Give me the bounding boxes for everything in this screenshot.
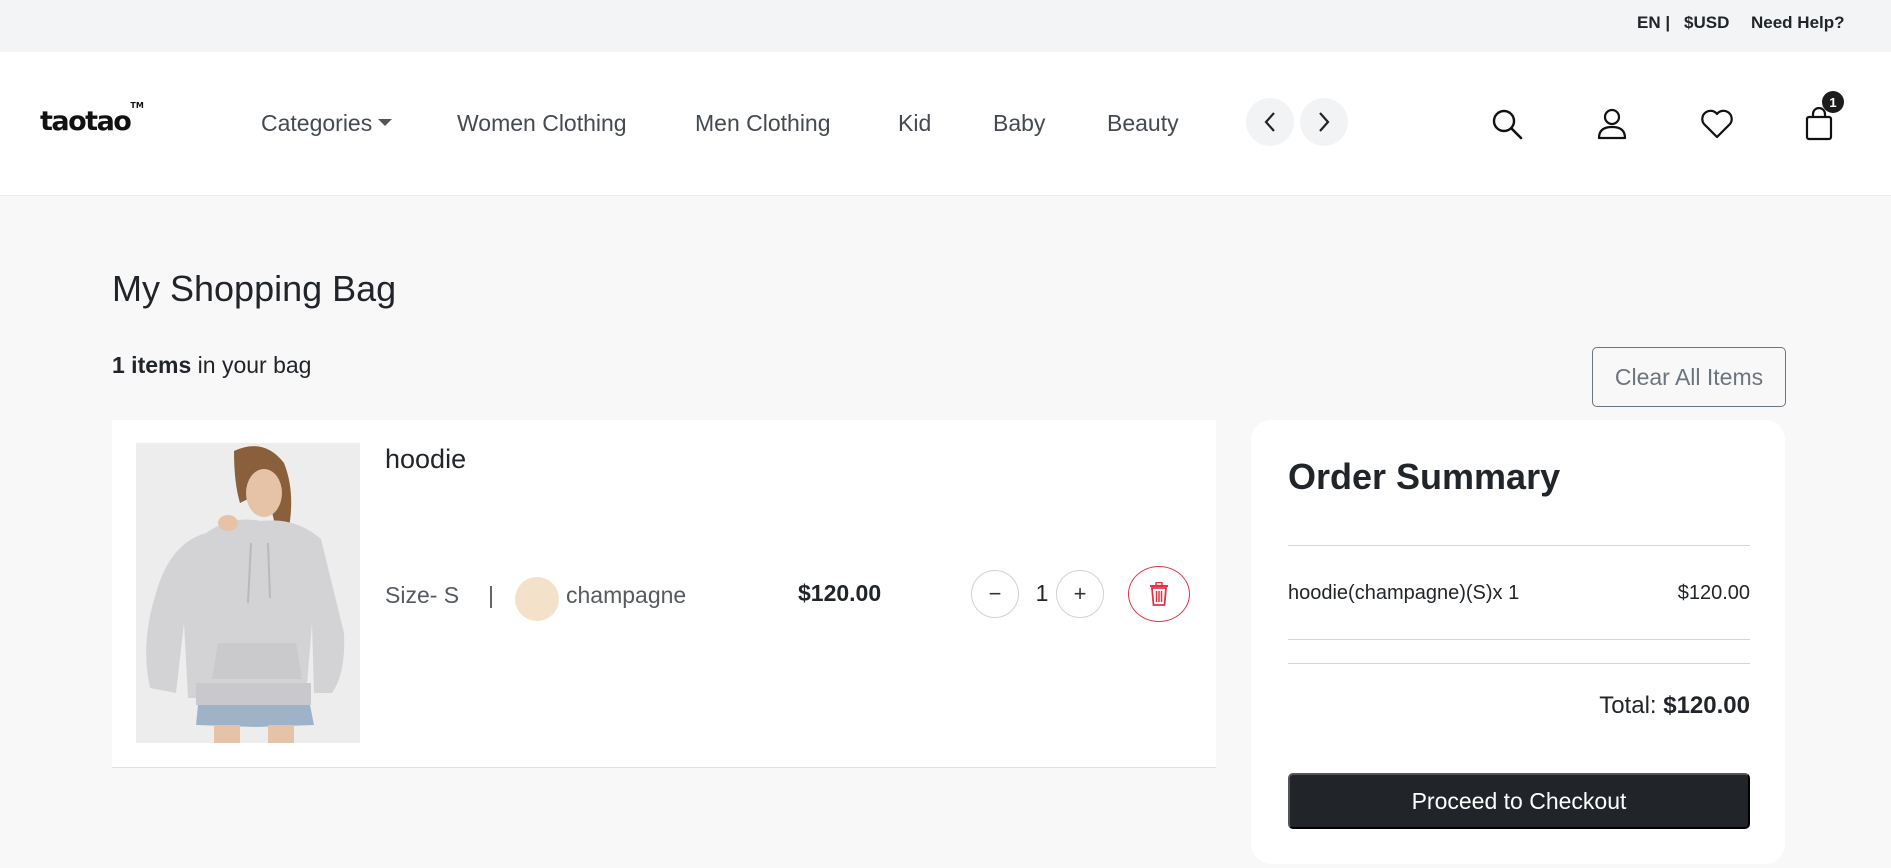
brand-logo[interactable]: taotaoTM bbox=[40, 101, 144, 137]
nav-women-clothing[interactable]: Women Clothing bbox=[457, 110, 627, 137]
top-utility-bar: EN | $USD Need Help? bbox=[0, 0, 1891, 52]
cart-item-card: hoodie Size- S | champagne $120.00 − 1 + bbox=[112, 420, 1216, 768]
chevron-right-icon bbox=[1319, 112, 1330, 132]
account-button[interactable] bbox=[1594, 106, 1630, 142]
product-image[interactable] bbox=[136, 443, 360, 743]
product-price: $120.00 bbox=[798, 580, 882, 606]
trash-icon bbox=[1150, 582, 1168, 606]
language-selector[interactable]: EN | bbox=[1637, 13, 1670, 33]
quantity-value: 1 bbox=[1035, 580, 1049, 606]
search-icon bbox=[1492, 109, 1523, 140]
page-title: My Shopping Bag bbox=[112, 268, 397, 309]
nav-scroll-left-button[interactable] bbox=[1246, 98, 1294, 146]
total-value: $120.00 bbox=[1663, 692, 1750, 719]
wishlist-button[interactable] bbox=[1699, 106, 1735, 142]
remove-item-button[interactable] bbox=[1128, 566, 1190, 622]
nav-baby[interactable]: Baby bbox=[993, 110, 1045, 137]
product-name[interactable]: hoodie bbox=[385, 444, 466, 475]
currency-selector[interactable]: $USD bbox=[1684, 13, 1729, 33]
order-summary-panel: Order Summary hoodie(champagne)(S)x 1 $1… bbox=[1251, 420, 1785, 864]
clear-all-items-button[interactable]: Clear All Items bbox=[1592, 347, 1786, 407]
nav-kid[interactable]: Kid bbox=[898, 110, 931, 137]
nav-beauty[interactable]: Beauty bbox=[1107, 110, 1179, 137]
nav-men-clothing[interactable]: Men Clothing bbox=[695, 110, 831, 137]
proceed-to-checkout-button[interactable]: Proceed to Checkout bbox=[1288, 773, 1750, 829]
quantity-increase-button[interactable]: + bbox=[1056, 570, 1104, 618]
attribute-separator: | bbox=[488, 582, 494, 608]
user-icon bbox=[1597, 108, 1627, 140]
order-summary-title: Order Summary bbox=[1288, 456, 1561, 497]
quantity-decrease-button[interactable]: − bbox=[971, 570, 1019, 618]
order-total: Total: $120.00 bbox=[1599, 692, 1750, 720]
items-count: 1 items in your bag bbox=[112, 352, 311, 379]
color-swatch bbox=[515, 577, 559, 621]
summary-divider bbox=[1288, 663, 1750, 664]
summary-divider bbox=[1288, 545, 1750, 546]
nav-categories[interactable]: Categories bbox=[261, 110, 393, 137]
total-label: Total: bbox=[1599, 692, 1664, 719]
items-count-suffix: in your bag bbox=[191, 352, 312, 378]
product-photo bbox=[136, 443, 360, 743]
cart-count-badge: 1 bbox=[1822, 91, 1844, 113]
summary-line-item: hoodie(champagne)(S)x 1 bbox=[1288, 582, 1520, 604]
chevron-left-icon bbox=[1264, 112, 1275, 132]
search-button[interactable] bbox=[1489, 106, 1525, 142]
product-size: Size- S bbox=[385, 582, 460, 608]
summary-line-price: $120.00 bbox=[1677, 582, 1750, 604]
heart-icon bbox=[1701, 109, 1733, 139]
main-navbar: taotaoTM Categories Women Clothing Men C… bbox=[0, 52, 1891, 196]
need-help-link[interactable]: Need Help? bbox=[1751, 13, 1845, 33]
summary-divider bbox=[1288, 639, 1750, 640]
nav-scroll-right-button[interactable] bbox=[1300, 98, 1348, 146]
product-color: champagne bbox=[566, 582, 687, 608]
items-count-number: 1 items bbox=[112, 352, 192, 378]
caret-down-icon bbox=[378, 119, 393, 127]
